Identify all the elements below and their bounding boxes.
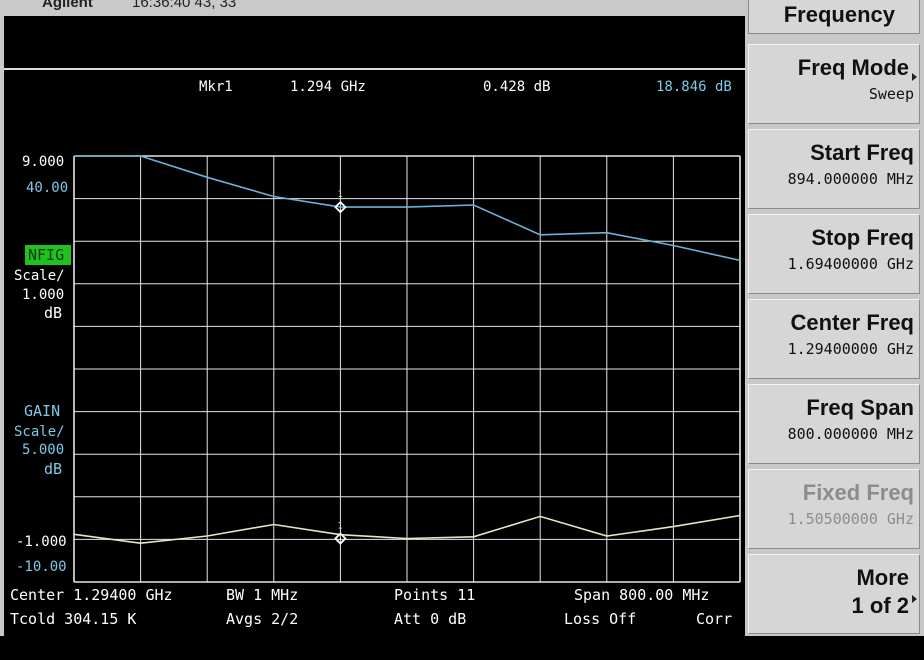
gain-scale-label: Scale/ [14, 424, 65, 440]
softkey-label: Center Freq [790, 310, 914, 335]
menu-title: Frequency [748, 0, 920, 34]
softkey-label: Stop Freq [811, 225, 914, 250]
marker-nfig-value: 0.428 dB [483, 79, 550, 95]
submenu-arrow-icon [912, 73, 917, 81]
softkey-label: More [856, 565, 909, 590]
center-frequency-readout: Center 1.29400 GHz [10, 586, 173, 604]
bottom-status-strip [0, 636, 924, 660]
loss-readout: Loss Off [564, 610, 636, 628]
marker-gain-value: 18.846 dB [656, 79, 732, 95]
graticule [73, 155, 741, 583]
freq-span-softkey[interactable]: Freq Span 800.000000 MHz [748, 384, 920, 464]
gain-label: GAIN [24, 402, 60, 420]
fixed-freq-softkey[interactable]: Fixed Freq 1.50500000 GHz [748, 469, 920, 549]
clock-readout: 16:36:40 43, 33 [132, 0, 237, 11]
nfig-bottom-reference: -1.000 [16, 534, 67, 550]
center-freq-softkey[interactable]: Center Freq 1.29400000 GHz [748, 299, 920, 379]
freq-mode-softkey[interactable]: Freq Mode Sweep [748, 44, 920, 124]
more-softkey[interactable]: More 1 of 2 [748, 554, 920, 634]
nfig-trace-marker-number: 1 [337, 190, 342, 200]
gain-scale-value: 5.000 [22, 442, 64, 458]
softkey-label: Freq Span [806, 395, 914, 420]
gain-trace-marker-number: 1 [337, 522, 342, 532]
title-bar: Agilent 16:36:40 43, 33 [0, 0, 746, 16]
softkey-value: Sweep [868, 85, 914, 103]
tcold-readout: Tcold 304.15 K [10, 610, 136, 628]
softkey-value: 1 of 2 [851, 593, 909, 618]
gain-top-reference: 40.00 [26, 180, 68, 196]
points-readout: Points 11 [394, 586, 475, 604]
softkey-value: 894.000000 MHz [787, 170, 914, 188]
brand-logo: Agilent [42, 0, 93, 11]
measurement-display: Mkr1 1.294 GHz 0.428 dB 18.846 dB 9.000 … [10, 79, 741, 628]
nfig-scale-label: Scale/ [14, 268, 65, 284]
softkey-value: 1.69400000 GHz [787, 255, 914, 273]
marker-frequency: 1.294 GHz [290, 79, 366, 95]
nfig-scale-value: 1.000 [22, 287, 64, 303]
softkey-label: Fixed Freq [802, 480, 914, 505]
softkey-label: Freq Mode [797, 55, 909, 80]
nfig-label: NFIG [28, 246, 64, 264]
softkey-value: 1.29400000 GHz [787, 340, 914, 358]
stop-freq-softkey[interactable]: Stop Freq 1.69400000 GHz [748, 214, 920, 294]
submenu-arrow-icon [912, 595, 917, 603]
softkey-panel: Frequency Freq Mode Sweep Start Freq 894… [748, 0, 924, 636]
start-freq-softkey[interactable]: Start Freq 894.000000 MHz [748, 129, 920, 209]
averages-readout: Avgs 2/2 [226, 610, 298, 628]
softkey-label: Start Freq [810, 140, 914, 165]
nfig-top-reference: 9.000 [22, 154, 64, 170]
softkey-value: 800.000000 MHz [787, 425, 914, 443]
correction-indicator: Corr [696, 610, 732, 628]
gain-bottom-reference: -10.00 [16, 559, 67, 575]
softkey-value: 1.50500000 GHz [787, 510, 914, 528]
nfig-scale-unit: dB [44, 304, 62, 322]
menu-title-label: Frequency [783, 2, 895, 27]
attenuation-readout: Att 0 dB [394, 610, 466, 628]
marker-label: Mkr1 [199, 79, 233, 95]
span-readout: Span 800.00 MHz [574, 586, 709, 604]
gain-scale-unit: dB [44, 460, 62, 478]
bandwidth-readout: BW 1 MHz [226, 586, 298, 604]
